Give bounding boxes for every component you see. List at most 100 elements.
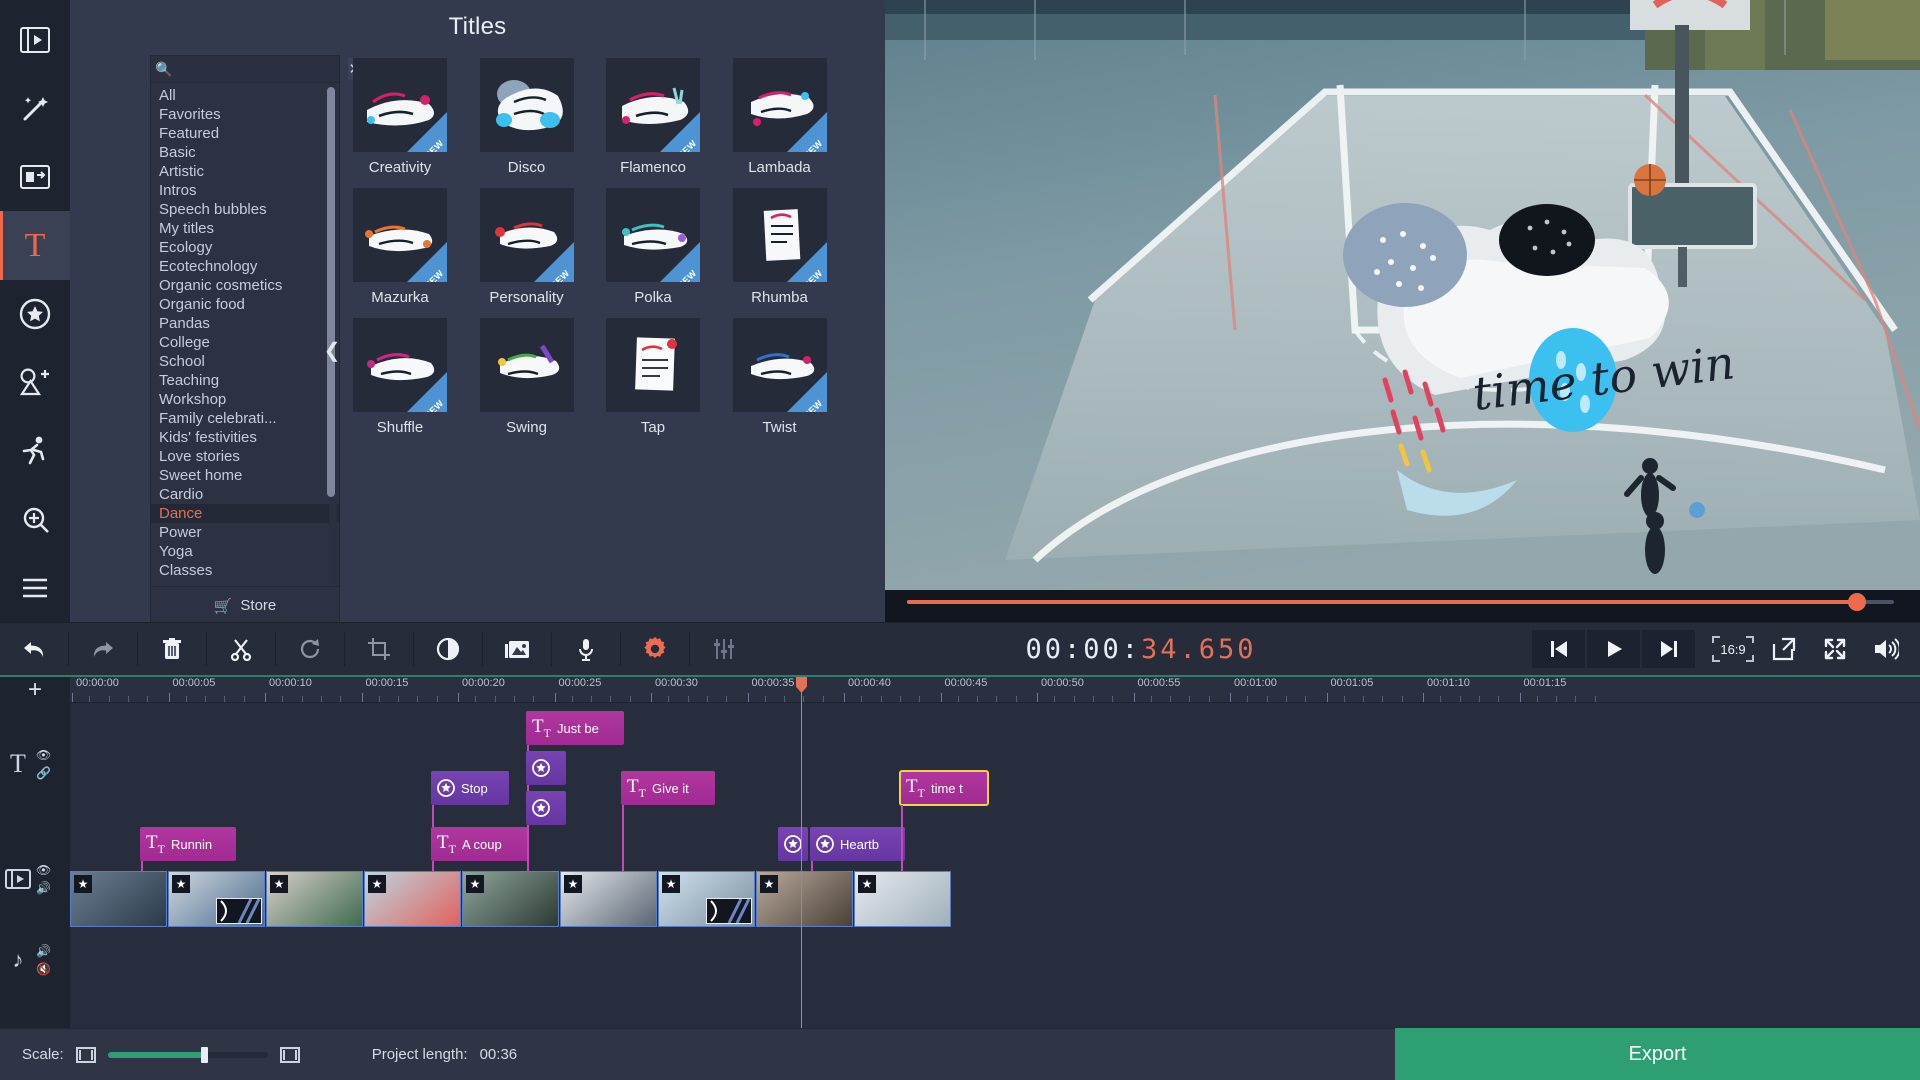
transition-marker[interactable] bbox=[216, 898, 262, 924]
title-preset-twist[interactable]: NEWTwist bbox=[730, 318, 830, 436]
scale-slider-handle[interactable] bbox=[201, 1047, 208, 1063]
title-preset-thumbnail[interactable]: NEW bbox=[353, 318, 447, 412]
timeline-clip-title-give-it[interactable]: TTGive it bbox=[621, 771, 715, 805]
timeline-clip-title-runnin[interactable]: TTRunnin bbox=[140, 827, 236, 861]
timecode-display[interactable]: 00:00:34.650 bbox=[750, 634, 1532, 665]
title-preset-thumbnail[interactable] bbox=[480, 318, 574, 412]
title-preset-creativity[interactable]: NEWCreativity bbox=[350, 58, 450, 176]
category-item-yoga[interactable]: Yoga bbox=[151, 542, 339, 561]
clip-favorite-star-icon[interactable]: ★ bbox=[760, 875, 778, 893]
crop-button[interactable] bbox=[353, 622, 405, 677]
image-button[interactable] bbox=[491, 622, 543, 677]
rail-item-callouts[interactable] bbox=[0, 348, 70, 416]
category-item-basic[interactable]: Basic bbox=[151, 143, 339, 162]
redo-button[interactable] bbox=[77, 622, 129, 677]
category-item-organic-food[interactable]: Organic food bbox=[151, 295, 339, 314]
category-item-ecotechnology[interactable]: Ecotechnology bbox=[151, 257, 339, 276]
rail-item-stickers[interactable] bbox=[0, 280, 70, 348]
video-clip[interactable]: ★ bbox=[266, 871, 363, 927]
title-preset-thumbnail[interactable]: NEW bbox=[606, 188, 700, 282]
timeline-clip-sticker-7[interactable] bbox=[778, 827, 808, 861]
clip-favorite-star-icon[interactable]: ★ bbox=[172, 875, 190, 893]
category-item-organic-cosmetics[interactable]: Organic cosmetics bbox=[151, 276, 339, 295]
title-preset-polka[interactable]: NEWPolka bbox=[603, 188, 703, 306]
record-audio-button[interactable] bbox=[560, 622, 612, 677]
video-clip[interactable]: ★ bbox=[854, 871, 951, 927]
title-preset-shuffle[interactable]: NEWShuffle bbox=[350, 318, 450, 436]
timeline-clip-sticker-stop[interactable]: Stop bbox=[431, 771, 509, 805]
volume-button[interactable] bbox=[1862, 628, 1910, 670]
title-preset-thumbnail[interactable]: NEW bbox=[353, 58, 447, 152]
video-clip[interactable]: ★ bbox=[364, 871, 461, 927]
search-input[interactable] bbox=[172, 62, 348, 77]
preview-seek-handle[interactable] bbox=[1848, 593, 1866, 611]
eye-icon[interactable]: 👁 bbox=[36, 863, 51, 877]
play-button[interactable] bbox=[1587, 630, 1640, 668]
scale-slider[interactable] bbox=[108, 1052, 268, 1058]
equalizer-button[interactable] bbox=[698, 622, 750, 677]
timeline-ruler[interactable]: 00:00:0000:00:0500:00:1000:00:1500:00:20… bbox=[70, 677, 1920, 703]
title-preset-disco[interactable]: Disco bbox=[477, 58, 577, 176]
preview-seekbar[interactable] bbox=[907, 600, 1894, 604]
rail-item-more-tools[interactable] bbox=[0, 485, 70, 553]
preview-stage[interactable]: time to win bbox=[885, 0, 1920, 590]
add-track-button[interactable]: + bbox=[18, 677, 52, 703]
rail-item-filters[interactable] bbox=[0, 74, 70, 142]
timeline-clip-sticker-5[interactable] bbox=[526, 791, 566, 825]
category-item-ecology[interactable]: Ecology bbox=[151, 238, 339, 257]
eye-icon[interactable]: 👁 bbox=[36, 748, 51, 762]
collapse-panel-button[interactable]: ❮ bbox=[323, 330, 341, 370]
category-item-intros[interactable]: Intros bbox=[151, 181, 339, 200]
timeline-clip-sticker-4[interactable] bbox=[526, 751, 566, 785]
title-preset-thumbnail[interactable]: NEW bbox=[733, 318, 827, 412]
clip-favorite-star-icon[interactable]: ★ bbox=[74, 875, 92, 893]
title-preset-rhumba[interactable]: NEWRhumba bbox=[730, 188, 830, 306]
clip-favorite-star-icon[interactable]: ★ bbox=[270, 875, 288, 893]
timeline-clip-sticker-heartb[interactable]: Heartb bbox=[810, 827, 905, 861]
zoom-in-icon[interactable] bbox=[280, 1047, 300, 1063]
title-preset-mazurka[interactable]: NEWMazurka bbox=[350, 188, 450, 306]
video-clip[interactable]: ★ bbox=[560, 871, 657, 927]
previous-frame-button[interactable] bbox=[1532, 630, 1585, 668]
title-preset-swing[interactable]: Swing bbox=[477, 318, 577, 436]
zoom-out-icon[interactable] bbox=[76, 1047, 96, 1063]
clip-properties-button[interactable] bbox=[629, 622, 681, 677]
track-header-audio[interactable]: ♪ 🔊 🔇 bbox=[0, 935, 70, 985]
timeline-clip-title-a-coup[interactable]: TTA coup bbox=[431, 827, 528, 861]
video-track[interactable]: ★ ★ ★ ★ ★ ★ ★ ★ ★ bbox=[70, 871, 1920, 929]
rail-item-animation[interactable] bbox=[0, 417, 70, 485]
export-button[interactable]: Export bbox=[1395, 1028, 1920, 1080]
video-clip[interactable]: ★ bbox=[70, 871, 167, 927]
rotate-button[interactable] bbox=[284, 622, 336, 677]
video-clip[interactable]: ★ bbox=[756, 871, 853, 927]
category-item-workshop[interactable]: Workshop bbox=[151, 390, 339, 409]
playhead[interactable] bbox=[801, 677, 802, 1028]
clip-favorite-star-icon[interactable]: ★ bbox=[662, 875, 680, 893]
video-clip[interactable]: ★ bbox=[168, 871, 265, 927]
clip-favorite-star-icon[interactable]: ★ bbox=[368, 875, 386, 893]
title-preset-thumbnail[interactable]: NEW bbox=[733, 58, 827, 152]
category-item-love-stories[interactable]: Love stories bbox=[151, 447, 339, 466]
category-item-college[interactable]: College bbox=[151, 333, 339, 352]
clip-favorite-star-icon[interactable]: ★ bbox=[564, 875, 582, 893]
rail-item-transitions[interactable] bbox=[0, 143, 70, 211]
title-preset-tap[interactable]: Tap bbox=[603, 318, 703, 436]
title-preset-thumbnail[interactable] bbox=[480, 58, 574, 152]
title-preset-thumbnail[interactable]: NEW bbox=[606, 58, 700, 152]
category-item-artistic[interactable]: Artistic bbox=[151, 162, 339, 181]
category-item-kids-festivities[interactable]: Kids' festivities bbox=[151, 428, 339, 447]
category-item-sweet-home[interactable]: Sweet home bbox=[151, 466, 339, 485]
category-item-dance[interactable]: Dance bbox=[151, 504, 339, 523]
speaker-muted-icon[interactable]: 🔇 bbox=[36, 962, 51, 976]
title-preset-lambada[interactable]: NEWLambada bbox=[730, 58, 830, 176]
category-item-all[interactable]: All bbox=[151, 86, 339, 105]
timeline-clip-title-just-be[interactable]: TTJust be bbox=[526, 711, 624, 745]
clip-favorite-star-icon[interactable]: ★ bbox=[858, 875, 876, 893]
video-clip[interactable]: ★ bbox=[462, 871, 559, 927]
rail-item-other[interactable] bbox=[0, 554, 70, 622]
timeline-canvas[interactable]: 00:00:0000:00:0500:00:1000:00:1500:00:20… bbox=[70, 677, 1920, 1028]
category-item-my-titles[interactable]: My titles bbox=[151, 219, 339, 238]
rail-item-import-media[interactable] bbox=[0, 6, 70, 74]
speaker-icon[interactable]: 🔊 bbox=[36, 944, 51, 958]
category-item-teaching[interactable]: Teaching bbox=[151, 371, 339, 390]
